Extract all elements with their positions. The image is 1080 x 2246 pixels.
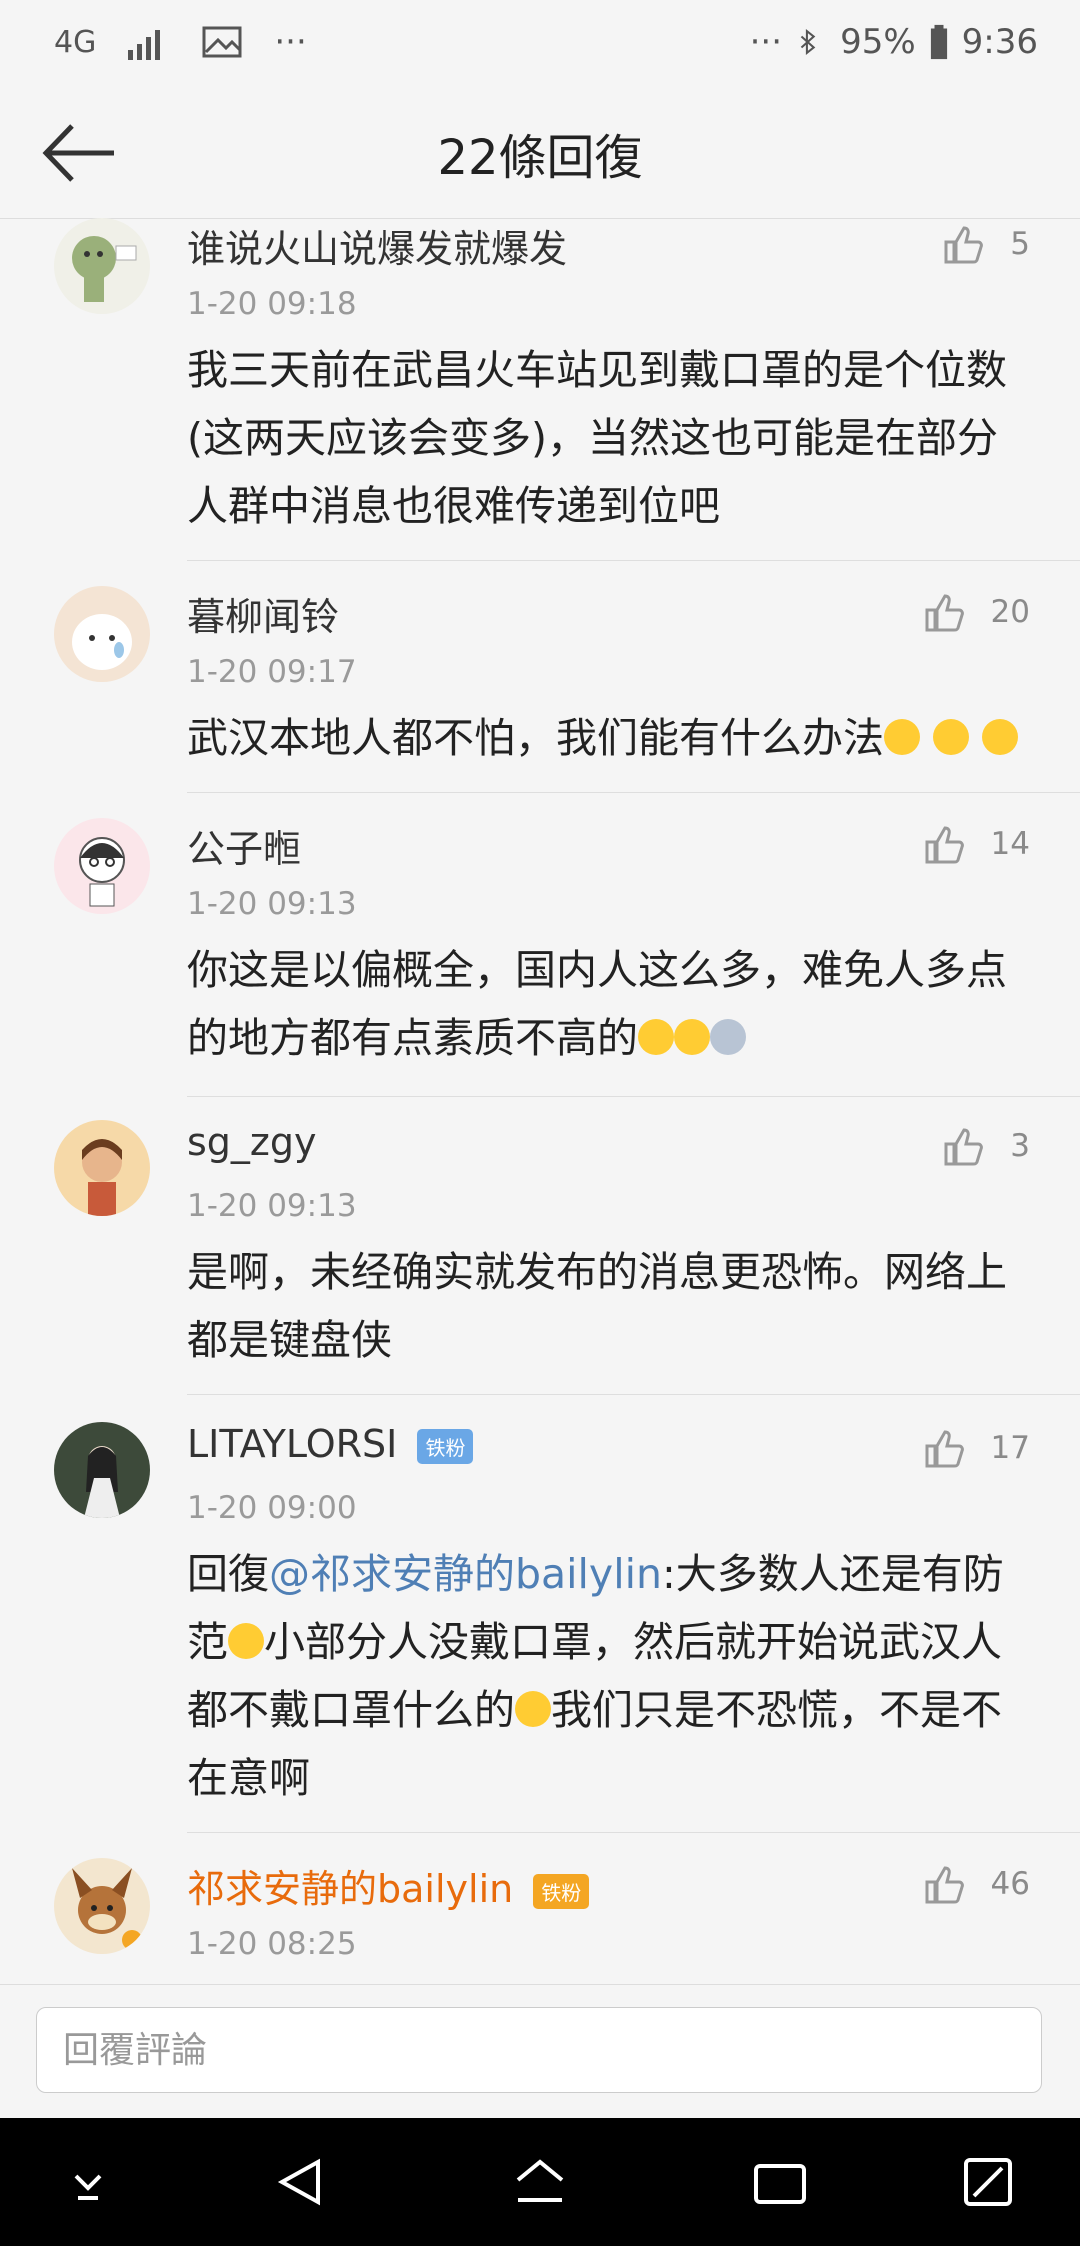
avatar[interactable] — [54, 1120, 150, 1216]
divider — [187, 792, 1080, 793]
comment-list[interactable]: 谁说火山说爆发就爆发 5 1-20 09:18 我三天前在武昌火车站见到戴口罩的… — [0, 218, 1080, 1984]
like-button[interactable]: 3 — [940, 1122, 1030, 1170]
like-button[interactable]: 17 — [921, 1424, 1030, 1472]
thumbs-up-icon — [925, 826, 964, 864]
comment-author-name: LITAYLORSI — [187, 1422, 398, 1466]
clock: 9:36 — [961, 22, 1038, 62]
fan-badge: 铁粉 — [417, 1429, 474, 1464]
hide-keyboard-icon[interactable] — [58, 2152, 118, 2212]
comment-time: 1-20 08:25 — [187, 1926, 357, 1962]
comment-text: 你这是以偏概全，国内人这么多，难免人多点的地方都有点素质不高的 — [187, 936, 1030, 1072]
like-count: 14 — [990, 826, 1030, 862]
thumbs-up-icon — [925, 594, 964, 632]
avatar[interactable] — [54, 586, 150, 682]
comment-author-name: 祁求安静的bailylin — [187, 1867, 514, 1911]
signal-icon — [128, 30, 161, 60]
like-button[interactable]: 5 — [940, 220, 1030, 268]
home-nav-icon[interactable] — [510, 2152, 570, 2212]
like-button[interactable]: 46 — [921, 1860, 1030, 1908]
reply-comment-input[interactable]: 回覆評論 — [36, 2007, 1042, 2093]
avatar[interactable] — [54, 1858, 150, 1954]
comment-time: 1-20 09:17 — [187, 654, 357, 690]
battery-icon — [930, 24, 947, 60]
thumbs-up-icon — [925, 1430, 964, 1468]
avatar[interactable] — [54, 218, 150, 314]
comment-time: 1-20 09:13 — [187, 886, 357, 922]
battery-level: 95% — [840, 22, 916, 62]
avatar[interactable] — [54, 1422, 150, 1518]
network-label: 4G — [54, 24, 97, 60]
reply-prefix: 回復 — [187, 1550, 269, 1598]
comment-text-content: 武汉本地人都不怕，我们能有什么办法 — [187, 714, 884, 762]
like-count: 46 — [990, 1866, 1030, 1902]
divider — [187, 1096, 1080, 1097]
more-dots: ··· — [274, 22, 307, 62]
shrug-emoji-icon — [884, 719, 920, 755]
comment-text: 是啊，未经确实就发布的消息更恐怖。网络上都是键盘侠 — [187, 1248, 1007, 1364]
more-dots-right: ··· — [749, 22, 783, 62]
fan-badge: 铁粉 — [533, 1874, 590, 1909]
status-bar: 4G ··· ··· 95% 9:36 — [0, 0, 1080, 88]
comment-text-content: 你这是以偏概全，国内人这么多，难免人多点的地方都有点素质不高的 — [187, 946, 1007, 1062]
like-count: 20 — [990, 594, 1030, 630]
comment-author[interactable]: 公子暅 — [187, 818, 301, 873]
laughing-emoji-icon — [638, 1019, 674, 1055]
comment-text: 武汉本地人都不怕，我们能有什么办法 — [187, 704, 1030, 772]
recents-nav-icon[interactable] — [750, 2152, 810, 2212]
image-icon — [202, 26, 242, 58]
page-title: 22條回復 — [437, 130, 643, 186]
like-count: 17 — [990, 1430, 1030, 1466]
laughing-emoji-icon — [674, 1019, 710, 1055]
crying-laughing-emoji-icon — [515, 1691, 551, 1727]
comment-author[interactable]: sg_zgy — [187, 1120, 316, 1164]
reply-bar: 回覆評論 — [0, 1984, 1080, 2119]
like-count: 3 — [1010, 1128, 1030, 1164]
system-nav-bar — [0, 2118, 1080, 2246]
bluetooth-icon — [800, 28, 816, 56]
divider — [187, 1394, 1080, 1395]
thumbs-up-icon — [944, 226, 984, 264]
comment-author[interactable]: 祁求安静的bailylin 铁粉 — [187, 1858, 590, 1913]
expand-nav-icon[interactable] — [958, 2152, 1018, 2212]
comment-time: 1-20 09:13 — [187, 1188, 357, 1224]
mention-link[interactable]: @祁求安静的bailylin — [269, 1550, 662, 1598]
avatar[interactable] — [54, 818, 150, 914]
comment-author[interactable]: 暮柳闻铃 — [187, 586, 339, 641]
header-bar: 22條回復 — [0, 88, 1080, 219]
like-button[interactable]: 14 — [921, 820, 1030, 868]
like-count: 5 — [1010, 226, 1030, 262]
comment-time: 1-20 09:18 — [187, 286, 357, 322]
divider — [187, 560, 1080, 561]
thumbs-up-icon — [925, 1866, 964, 1904]
thumbs-up-icon — [944, 1128, 984, 1166]
comment-text: 我三天前在武昌火车站见到戴口罩的是个位数(这两天应该会变多)，当然这也可能是在部… — [187, 346, 1007, 530]
like-button[interactable]: 20 — [921, 588, 1030, 636]
comment-author[interactable]: LITAYLORSI 铁粉 — [187, 1422, 474, 1466]
crying-laughing-emoji-icon — [228, 1623, 264, 1659]
comment-text: 回復@祁求安静的bailylin:大多数人还是有防范 小部分人没戴口罩，然后就开始… — [187, 1540, 1030, 1812]
divider — [187, 1832, 1080, 1833]
comment-time: 1-20 09:00 — [187, 1490, 357, 1526]
comment-author[interactable]: 谁说火山说爆发就爆发 — [187, 218, 567, 273]
back-nav-icon[interactable] — [270, 2152, 330, 2212]
shrug-emoji-icon — [982, 719, 1019, 755]
shrug-emoji-icon — [933, 719, 970, 755]
husky-emoji-icon — [710, 1019, 746, 1055]
